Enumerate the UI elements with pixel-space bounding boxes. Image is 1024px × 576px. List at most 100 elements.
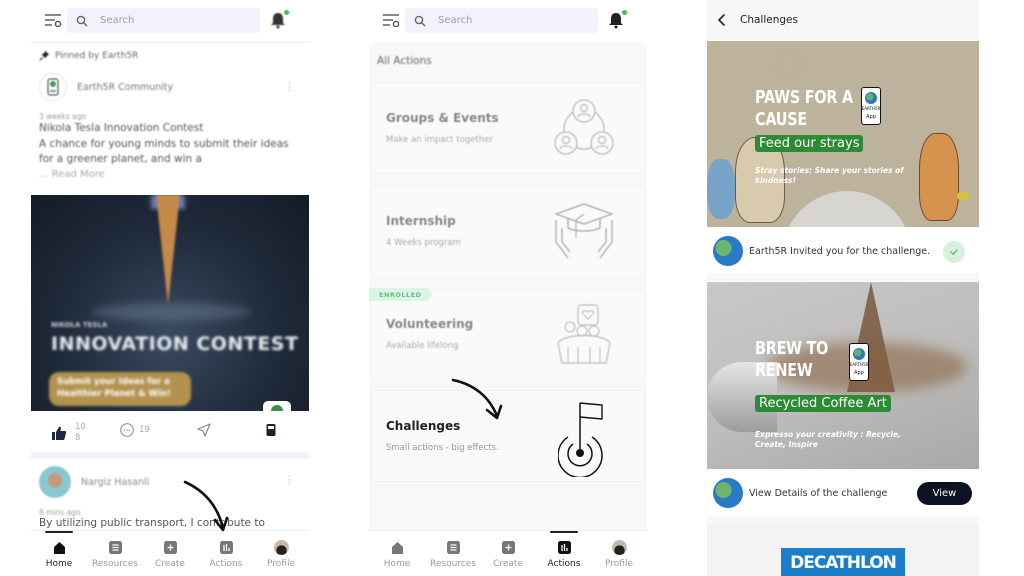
action-card-internship[interactable]: Internship 4 Weeks program xyxy=(371,185,645,277)
action-card-volunteering[interactable]: Volunteering Available lifelong xyxy=(371,288,645,380)
card-title: Internship xyxy=(386,214,456,228)
thumbs-up-icon xyxy=(52,426,67,440)
read-more-link[interactable]: ... Read More xyxy=(39,169,105,180)
nav-actions[interactable]: Actions xyxy=(198,540,254,569)
banner-title-line1: PAWS FOR A xyxy=(755,87,853,108)
divider xyxy=(31,42,309,43)
bookmark-icon xyxy=(266,424,276,436)
accepted-check-button[interactable] xyxy=(943,241,965,263)
view-button[interactable]: View xyxy=(917,482,972,505)
post-image[interactable]: NIKOLA TESLA INNOVATION CONTEST Submit y… xyxy=(31,195,309,411)
globe-icon xyxy=(865,92,877,104)
nav-profile[interactable]: Profile xyxy=(253,540,309,569)
banner-title: PAWS FOR A CAUSE xyxy=(755,87,853,131)
volunteer-hands-icon xyxy=(557,304,611,364)
banner-title: BREW TO RENEW xyxy=(755,338,828,382)
nav-profile-label: Profile xyxy=(267,559,295,569)
more-options-icon[interactable]: ⋮ xyxy=(284,81,295,92)
image-pill-text: Submit your Ideas for a Healthier Planet… xyxy=(49,372,191,406)
action-card-challenges[interactable]: Challenges Small actions - big effects. xyxy=(371,390,645,482)
like-button[interactable]: 10 8 xyxy=(51,422,86,444)
banner-subtitle-line2: kindness! xyxy=(755,176,797,185)
banner-decoration xyxy=(782,191,912,227)
nav-home-label: Home xyxy=(383,559,411,569)
nav-resources[interactable]: Resources xyxy=(87,540,143,569)
banner-highlight: Feed our strays xyxy=(755,135,864,152)
search-input[interactable]: Search xyxy=(405,8,598,33)
resources-icon xyxy=(446,541,460,554)
plus-square-icon xyxy=(501,541,515,554)
challenges-screen: Challenges PAWS FOR A CAUSE EARTH5R App … xyxy=(707,0,979,576)
action-card-groups-events[interactable]: Groups & Events Make an impact together xyxy=(371,82,645,174)
profile-avatar xyxy=(611,540,627,555)
badge-brand: EARTH5R xyxy=(849,362,869,367)
home-icon xyxy=(391,542,403,554)
banner-subtitle-line1: Stray stories: Share your stories of xyxy=(755,166,904,175)
nav-home[interactable]: Home xyxy=(31,540,87,569)
nav-create-label: Create xyxy=(493,559,523,569)
nav-home[interactable]: Home xyxy=(369,540,425,569)
bottom-nav: Home Resources Create Actions Profile xyxy=(369,530,647,576)
post-actions: 10 8 19 xyxy=(31,416,309,446)
bookmark-button[interactable] xyxy=(263,422,279,438)
search-input[interactable]: Search xyxy=(67,8,260,33)
card-subtitle: Make an impact together xyxy=(386,135,493,145)
nav-actions-label: Actions xyxy=(547,559,581,569)
post-body: A chance for young minds to submit their… xyxy=(39,138,289,165)
groups-icon xyxy=(554,99,614,155)
earth5r-globe-avatar xyxy=(713,236,743,266)
separator xyxy=(707,273,979,281)
earth5r-logo-avatar[interactable] xyxy=(39,73,67,101)
share-button[interactable] xyxy=(196,422,212,438)
nav-resources[interactable]: Resources xyxy=(425,540,481,569)
actions-chart-icon xyxy=(557,541,571,554)
image-decoration xyxy=(156,195,180,305)
challenge-banner-brew[interactable]: BREW TO RENEW EARTH5R App Recycled Coffe… xyxy=(707,282,979,469)
nav-actions[interactable]: Actions xyxy=(536,540,592,569)
image-decoration xyxy=(91,303,251,321)
post-header: Earth5R Community ⋮ xyxy=(39,70,301,104)
user-avatar[interactable] xyxy=(39,466,71,498)
nav-create[interactable]: Create xyxy=(480,540,536,569)
earth5r-app-badge: EARTH5R App xyxy=(849,343,869,381)
filter-settings-icon[interactable] xyxy=(382,13,400,27)
page-title: Challenges xyxy=(740,14,798,26)
bird-illustration xyxy=(957,191,969,201)
earth5r-globe-avatar xyxy=(713,478,743,508)
card-subtitle: Available lifelong xyxy=(386,341,459,351)
search-icon xyxy=(76,15,88,26)
card-title: Volunteering xyxy=(386,317,474,331)
post-separator xyxy=(31,452,309,459)
earth5r-app-badge: EARTH5R App xyxy=(861,87,881,125)
top-bar: Search xyxy=(369,0,647,42)
pinned-text: Pinned by Earth5R xyxy=(55,50,139,61)
send-icon xyxy=(197,423,211,437)
badge-app-label: App xyxy=(866,114,876,120)
challenge-banner-paws[interactable]: PAWS FOR A CAUSE EARTH5R App Feed our st… xyxy=(707,41,979,227)
like-count-line2: 8 xyxy=(75,433,81,443)
back-arrow-icon[interactable] xyxy=(716,14,728,26)
graduation-cap-icon xyxy=(554,203,614,259)
banner-subtitle: Expresso your creativity : Recycle, Crea… xyxy=(755,430,901,450)
plus-square-icon xyxy=(163,541,177,554)
separator xyxy=(707,516,979,524)
banner-subtitle-line1: Expresso your creativity : Recycle, xyxy=(755,430,901,439)
post-author[interactable]: Nargiz Hasanli xyxy=(81,477,149,488)
banner-decoration xyxy=(775,53,801,79)
more-options-icon[interactable]: ⋮ xyxy=(284,474,295,485)
resources-icon xyxy=(108,541,122,554)
nav-profile[interactable]: Profile xyxy=(591,540,647,569)
sponsor-banner[interactable]: DECATHLON xyxy=(707,524,979,576)
actions-chart-icon xyxy=(219,541,233,554)
comment-button[interactable]: 19 xyxy=(119,422,150,438)
badge-app-label: App xyxy=(854,370,864,376)
post-author[interactable]: Earth5R Community xyxy=(77,82,173,93)
filter-settings-icon[interactable] xyxy=(44,13,62,27)
page-header: Challenges xyxy=(707,0,979,40)
banner-subtitle-line2: Create, Inspire xyxy=(755,440,818,449)
post-body: By utilizing public transport, I contrib… xyxy=(39,517,265,529)
badge-brand: EARTH5R xyxy=(861,106,881,111)
post-time: 8 mins ago xyxy=(39,508,81,517)
comment-bubble-icon xyxy=(120,423,134,437)
nav-create[interactable]: Create xyxy=(142,540,198,569)
